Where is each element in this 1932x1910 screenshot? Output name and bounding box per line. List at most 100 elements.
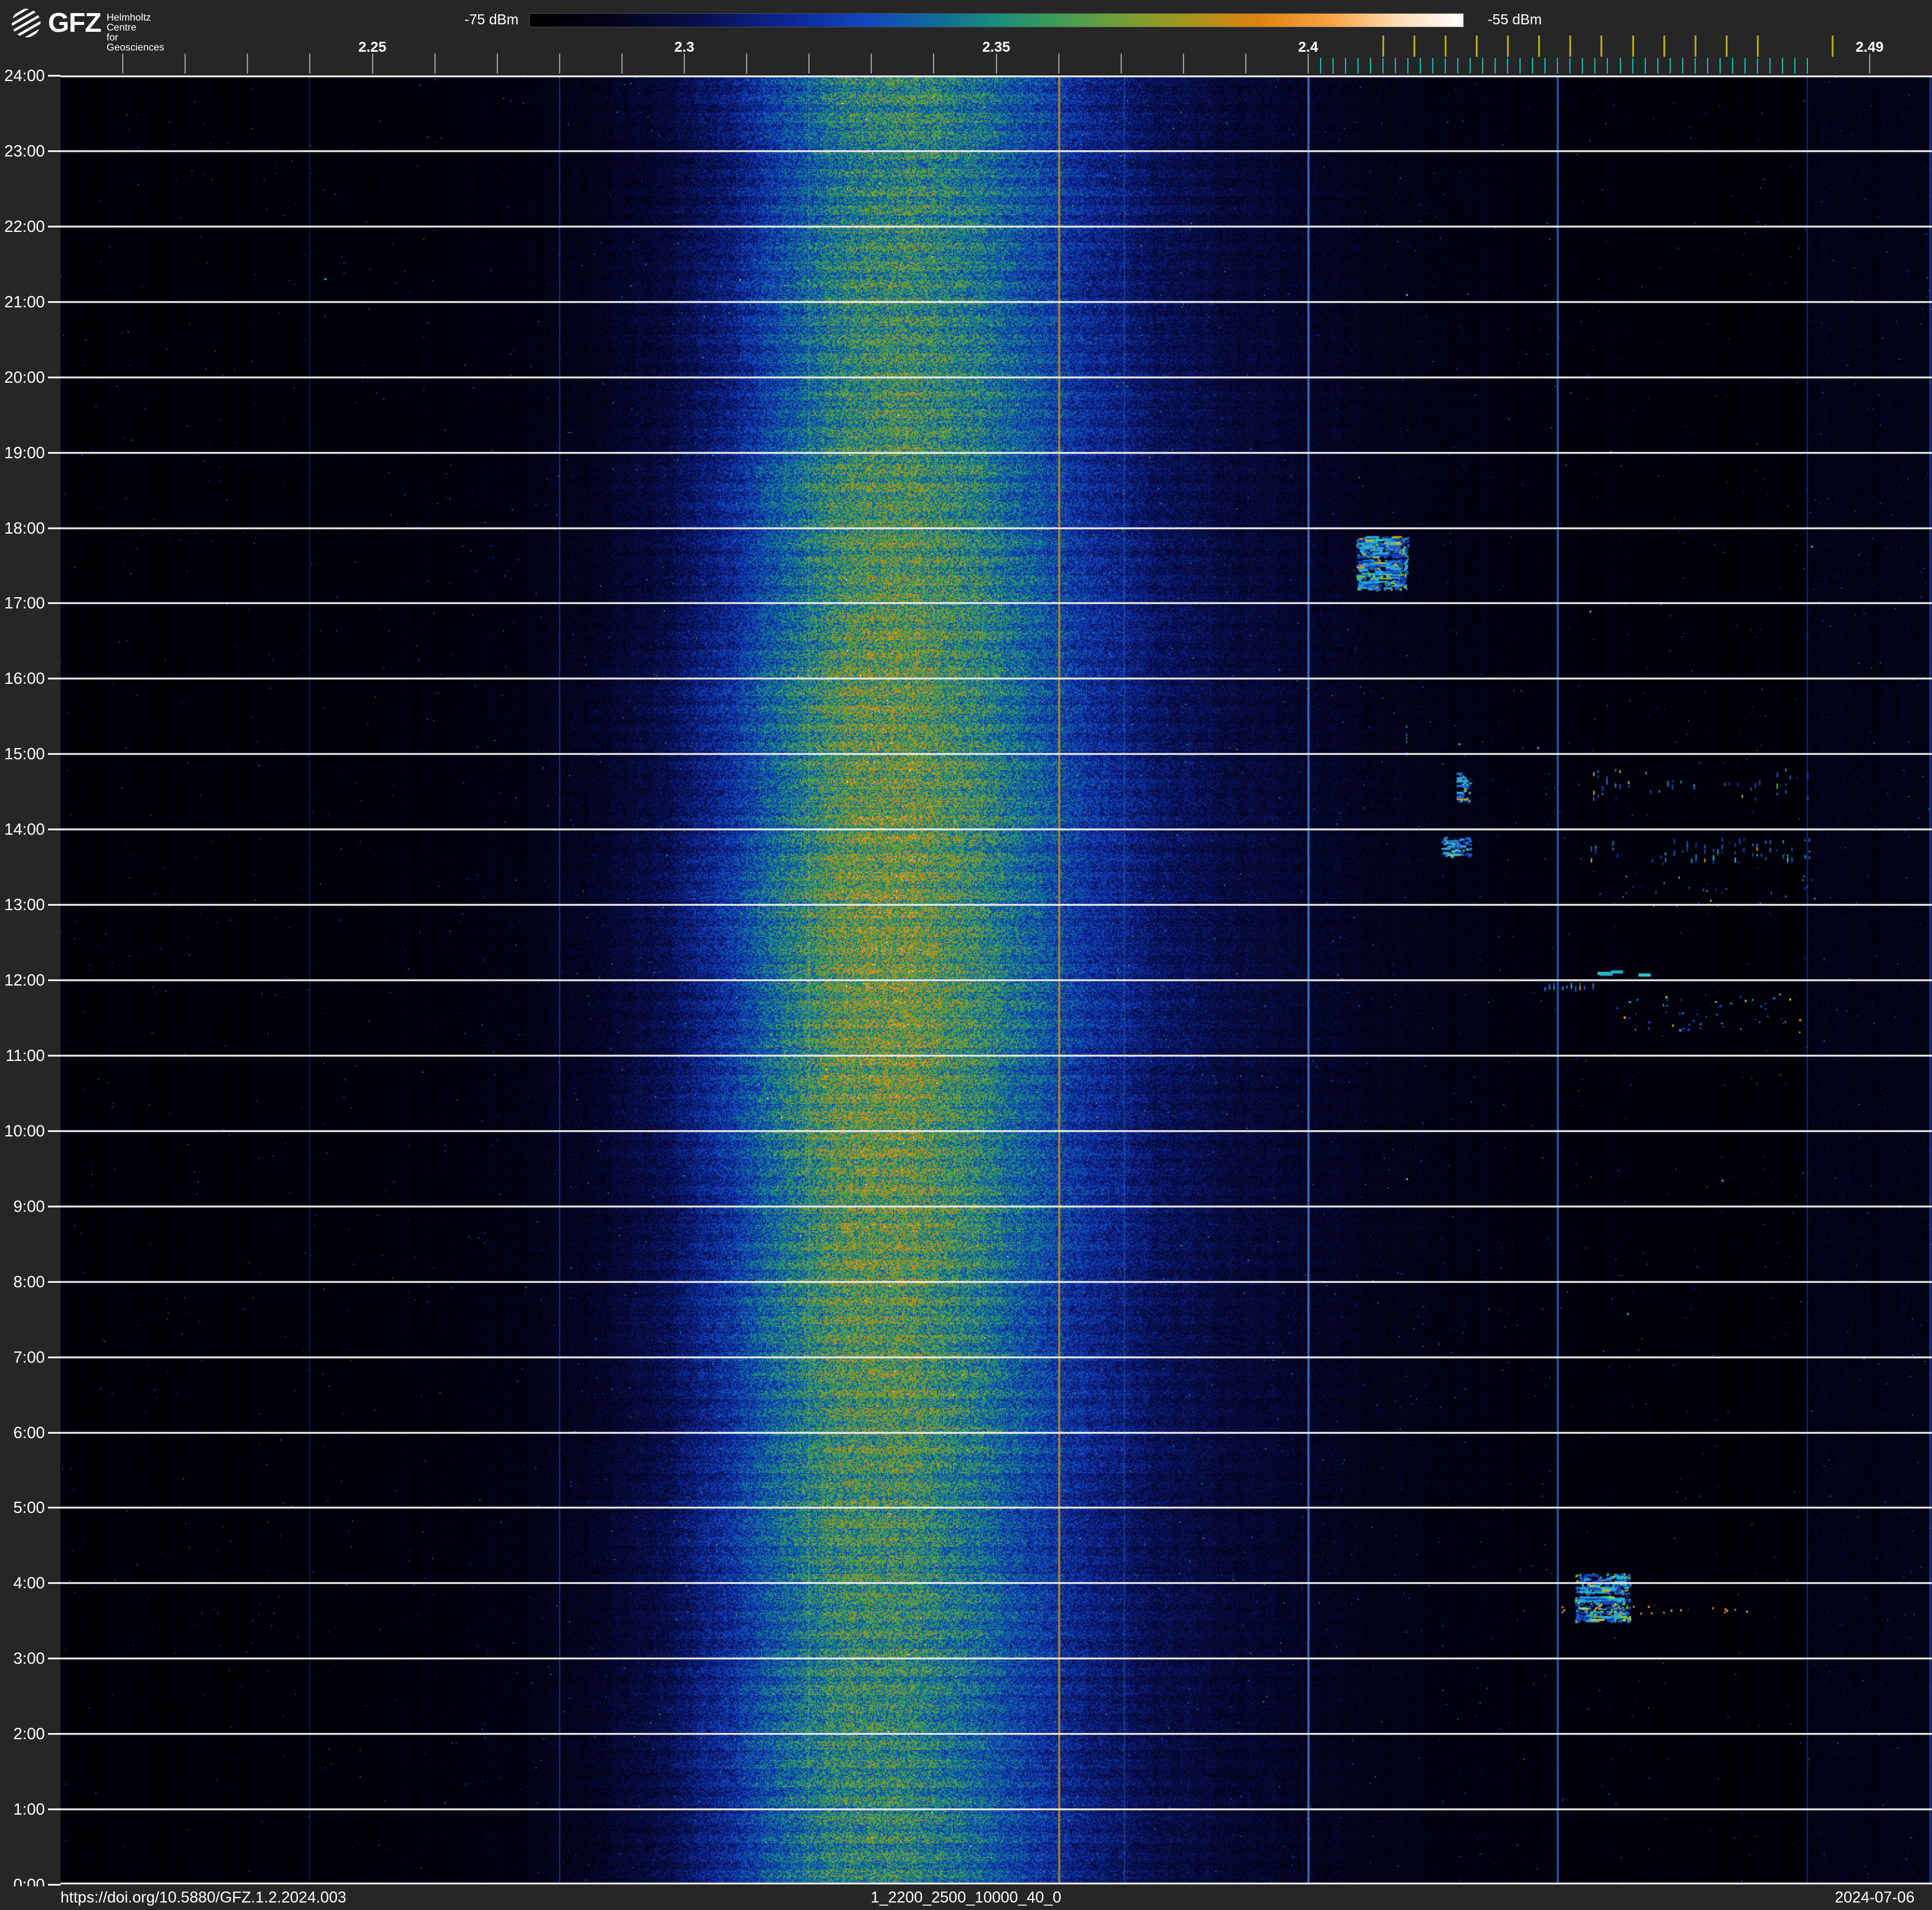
time-axis-label: 13:00 <box>4 895 45 914</box>
channel-tick-2mhz <box>1494 58 1496 74</box>
freq-axis-label: 2.35 <box>982 39 1010 55</box>
channel-tick-2mhz <box>1756 58 1758 74</box>
hour-tick <box>48 300 60 303</box>
channel-tick-2mhz <box>1657 58 1658 74</box>
footer-bar: https://doi.org/10.5880/GFZ.1.2.2024.003… <box>0 1886 1932 1910</box>
wifi-channel-tick <box>1600 36 1603 57</box>
wifi-channel-tick <box>1725 36 1728 57</box>
freq-axis-label: 2.4 <box>1298 39 1318 55</box>
time-axis-label: 11:00 <box>5 1045 45 1065</box>
hour-tick <box>48 1130 60 1132</box>
hour-tick <box>48 1054 60 1057</box>
time-axis-label: 1:00 <box>13 1800 45 1819</box>
channel-tick-2mhz <box>1594 58 1596 74</box>
channel-tick-2mhz <box>1806 58 1808 74</box>
freq-tick <box>1058 54 1059 74</box>
colorbar-min-label: -75 dBm <box>464 11 519 27</box>
time-axis-label: 3:00 <box>13 1649 45 1668</box>
colorbar <box>529 13 1464 27</box>
time-axis-label: 19:00 <box>4 443 45 462</box>
wifi-channel-tick <box>1694 36 1696 57</box>
time-axis-label: 9:00 <box>13 1196 45 1216</box>
date-label: 2024-07-06 <box>1835 1889 1915 1906</box>
time-axis-label: 17:00 <box>4 593 45 613</box>
hour-tick <box>48 1582 60 1585</box>
channel-tick-2mhz <box>1432 58 1434 74</box>
hour-tick <box>48 376 60 378</box>
hour-tick <box>48 1658 60 1660</box>
hour-tick <box>48 1808 60 1811</box>
channel-tick-2mhz <box>1644 58 1646 74</box>
channel-tick-2mhz <box>1445 58 1447 74</box>
channel-tick-2mhz <box>1781 58 1783 74</box>
time-axis-label: 20:00 <box>4 367 45 386</box>
hour-tick <box>48 1733 60 1735</box>
hour-tick <box>48 1431 60 1434</box>
freq-tick <box>1182 54 1184 74</box>
logo-org-name: Helmholtz Centre for Geosciences <box>107 13 165 53</box>
channel-tick-2mhz <box>1320 58 1322 74</box>
freq-tick <box>247 54 249 74</box>
hour-tick <box>48 1205 60 1207</box>
channel-tick-2mhz <box>1744 58 1746 74</box>
time-axis-label: 2:00 <box>13 1724 45 1744</box>
channel-tick-2mhz <box>1420 58 1422 74</box>
channel-tick-2mhz <box>1345 58 1347 74</box>
channel-tick-2mhz <box>1619 58 1621 74</box>
gfz-logo-icon <box>12 9 41 37</box>
wifi-channel-tick <box>1831 36 1834 57</box>
hour-tick <box>48 602 60 605</box>
time-axis-label: 16:00 <box>4 669 45 688</box>
freq-axis-label: 2.25 <box>358 39 386 55</box>
channel-tick-2mhz <box>1706 58 1708 74</box>
time-axis-label: 18:00 <box>4 518 45 537</box>
wifi-channel-tick <box>1382 36 1385 57</box>
hour-tick <box>48 753 60 756</box>
channel-tick-2mhz <box>1407 58 1409 74</box>
freq-tick <box>746 54 748 74</box>
time-axis-label: 22:00 <box>4 216 45 236</box>
freq-tick <box>621 54 623 74</box>
channel-tick-2mhz <box>1694 58 1696 74</box>
hour-tick <box>48 678 60 680</box>
channel-tick-2mhz <box>1582 58 1584 74</box>
wifi-channel-tick <box>1476 36 1478 57</box>
channel-tick-2mhz <box>1632 58 1633 74</box>
hour-tick <box>48 225 60 228</box>
freq-tick <box>1245 54 1246 74</box>
time-axis-label: 21:00 <box>4 292 45 311</box>
wifi-channel-tick <box>1445 36 1447 57</box>
channel-tick-2mhz <box>1681 58 1683 74</box>
time-axis-label: 4:00 <box>13 1573 45 1593</box>
freq-tick <box>184 54 186 74</box>
channel-tick-2mhz <box>1719 58 1721 74</box>
spectrogram-canvas <box>60 75 1932 1884</box>
channel-tick-2mhz <box>1482 58 1484 74</box>
time-axis-label: 8:00 <box>13 1272 45 1291</box>
freq-axis-label: 2.3 <box>674 39 694 55</box>
freq-tick <box>1308 54 1309 74</box>
freq-tick <box>995 54 997 74</box>
channel-tick-2mhz <box>1769 58 1771 74</box>
wifi-channel-tick <box>1538 36 1541 57</box>
channel-tick-2mhz <box>1370 58 1372 74</box>
channel-tick-2mhz <box>1532 58 1534 74</box>
hour-tick <box>48 1507 60 1509</box>
logo-text: GFZ <box>48 7 102 38</box>
channel-tick-2mhz <box>1794 58 1796 74</box>
channel-tick-2mhz <box>1607 58 1609 74</box>
hour-tick <box>48 451 60 454</box>
channel-tick-2mhz <box>1669 58 1671 74</box>
freq-tick <box>496 54 498 74</box>
channel-tick-2mhz <box>1569 58 1571 74</box>
wifi-channel-tick <box>1663 36 1665 57</box>
freq-tick <box>808 54 810 74</box>
hour-tick <box>48 904 60 906</box>
time-axis-label: 12:00 <box>4 971 45 989</box>
dataset-filename: 1_2200_2500_10000_40_0 <box>871 1889 1061 1906</box>
hour-tick <box>48 1280 60 1283</box>
wifi-channel-tick <box>1756 36 1759 57</box>
channel-tick-2mhz <box>1457 58 1459 74</box>
freq-tick <box>684 54 685 74</box>
channel-tick-2mhz <box>1382 58 1384 74</box>
